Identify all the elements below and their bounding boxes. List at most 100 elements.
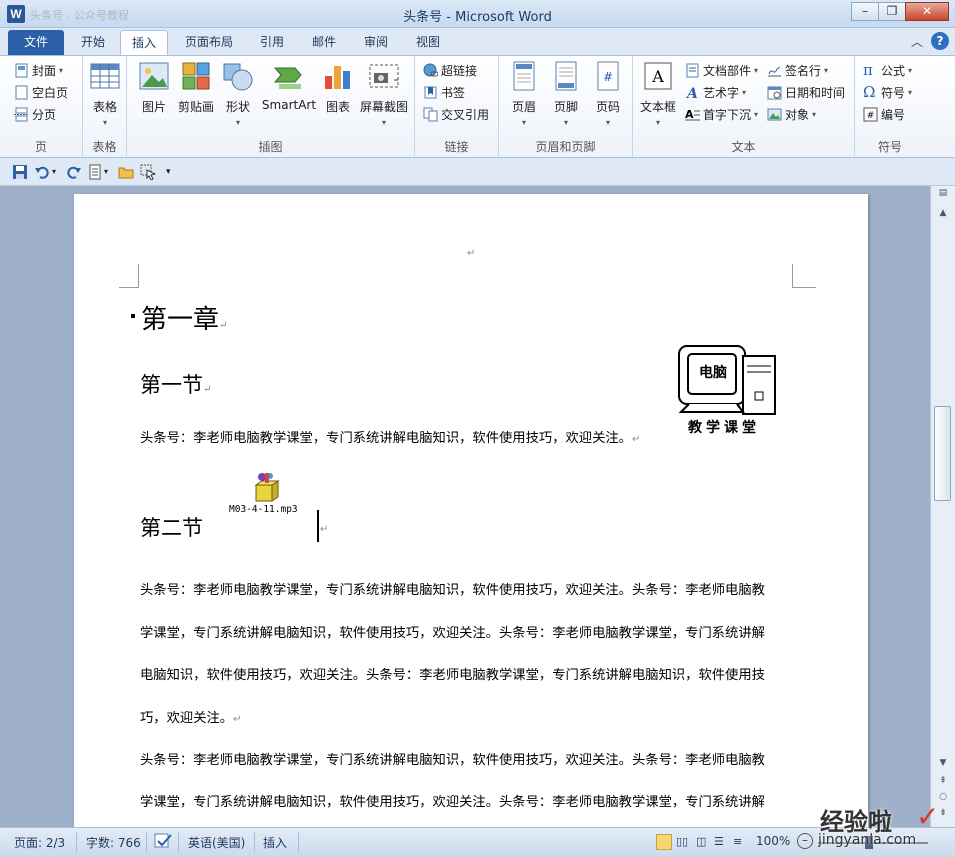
language-indicator[interactable]: 英语(美国) [188,834,245,851]
attachment-filename: M03-4-11.mp3 [229,504,298,515]
textbox-button[interactable]: A 文本框 ▾ [633,60,683,127]
quick-access-toolbar: ▾ ▾ ▾ [0,158,955,186]
section2-heading[interactable]: 第二节 [140,512,203,542]
group-label-illustrations: 插图 [258,140,283,154]
equation-button[interactable]: π 公式 ▾ [863,60,912,80]
svg-text:A: A [685,108,694,121]
undo-icon[interactable] [34,164,50,180]
document-area[interactable]: ↵ 第一章↵ 第一节↵ 头条号：李老师电脑教学课堂，专门系统讲解电脑知识，软件使… [0,186,930,827]
proofing-check-icon[interactable] [154,832,174,853]
object-icon [767,107,782,122]
svg-text:A: A [685,86,698,100]
open-folder-icon[interactable] [118,164,134,180]
customize-qat-icon[interactable]: ▾ [166,164,182,180]
outline-view-icon[interactable]: ☰ [714,835,724,848]
signature-icon [767,63,782,78]
section1-paragraph[interactable]: 头条号：李老师电脑教学课堂，专门系统讲解电脑知识，软件使用技巧，欢迎关注。↵ [140,427,640,446]
title-bar: W 头条号 - 公众号教程 头条号 - Microsoft Word – ❐ ✕ [0,0,955,28]
table-icon [89,60,121,92]
tab-review[interactable]: 审阅 [354,30,398,55]
wordart-button[interactable]: A 艺术字 ▾ [685,82,746,102]
tab-page-layout[interactable]: 页面布局 [176,30,242,55]
body-line[interactable]: 学课堂，专门系统讲解电脑知识，软件使用技巧，欢迎关注。头条号：李老师电脑教学课堂… [140,622,765,641]
crop-mark-right [792,264,816,288]
screenshot-button[interactable]: 屏幕截图 ▾ [355,60,413,127]
signature-line-button[interactable]: 签名行 ▾ [767,60,828,80]
select-icon[interactable] [140,164,157,181]
body-line[interactable]: 头条号：李老师电脑教学课堂，专门系统讲解电脑知识，软件使用技巧，欢迎关注。头条号… [140,579,765,598]
hyperlink-button[interactable]: 超链接 [423,60,477,80]
chapter-heading[interactable]: 第一章↵ [141,299,227,336]
web-layout-icon[interactable]: ◫ [696,835,706,848]
blank-page-button[interactable]: 空白页 [14,82,68,102]
paragraph-mark: ↵ [467,248,476,259]
body-line[interactable]: 头条号：李老师电脑教学课堂，专门系统讲解电脑知识，软件使用技巧，欢迎关注。头条号… [140,749,765,768]
page-count[interactable]: 页面: 2/3 [14,834,65,851]
pi-icon: π [863,60,873,79]
redo-icon[interactable] [66,164,82,180]
tab-home[interactable]: 开始 [70,30,116,55]
print-layout-icon[interactable] [88,164,104,180]
clipart-icon [180,60,212,92]
zoom-level[interactable]: 100% [756,834,790,848]
tab-file[interactable]: 文件 [8,30,64,55]
date-time-button[interactable]: 日期和时间 [767,82,845,102]
insert-mode[interactable]: 插入 [263,834,287,851]
body-line[interactable]: 学课堂，专门系统讲解电脑知识，软件使用技巧，欢迎关注。头条号：李老师电脑教学课堂… [140,791,765,810]
restore-button[interactable]: ❐ [878,2,906,21]
tab-insert[interactable]: 插入 [120,30,168,55]
shapes-button[interactable]: 形状 ▾ [213,60,263,127]
close-button[interactable]: ✕ [905,2,949,21]
table-button[interactable]: 表格 ▾ [80,60,130,127]
blank-page-icon [14,85,29,100]
shapes-icon [222,60,254,92]
group-label-header-footer: 页眉和页脚 [535,140,596,154]
print-layout-view-icon[interactable] [656,834,672,850]
drop-cap-button[interactable]: A 首字下沉 ▾ [685,104,758,124]
globe-link-icon [423,63,439,78]
tab-mailings[interactable]: 邮件 [302,30,346,55]
svg-text:#: # [867,111,875,121]
group-label-symbols: 符号 [877,140,902,154]
previous-page-icon[interactable]: ⇞ [935,776,951,790]
section1-heading[interactable]: 第一节↵ [140,369,211,399]
smartart-button[interactable]: SmartArt [259,60,319,112]
scroll-down-arrow[interactable]: ▼ [935,758,951,772]
object-button[interactable]: 对象 ▾ [767,104,816,124]
crop-mark-left [119,264,139,288]
full-screen-reading-icon[interactable]: ▯▯ [676,835,688,848]
cross-reference-button[interactable]: 交叉引用 [423,104,489,124]
body-line[interactable]: 电脑知识，软件使用技巧，欢迎关注。头条号：李老师电脑教学课堂，专门系统讲解电脑知… [140,664,765,683]
quick-parts-icon [685,63,700,78]
page-break-button[interactable]: 分页 [14,104,56,124]
svg-text:A: A [651,67,664,86]
scroll-up-arrow[interactable]: ▲ [935,208,951,222]
document-page[interactable]: ↵ 第一章↵ 第一节↵ 头条号：李老师电脑教学课堂，专门系统讲解电脑知识，软件使… [74,194,868,827]
symbol-button[interactable]: Ω 符号 ▾ [863,82,912,102]
bookmark-button[interactable]: 书签 [423,82,465,102]
page-number-button[interactable]: # 页码 ▾ [583,60,633,127]
help-icon[interactable]: ? [931,32,949,50]
tab-view[interactable]: 视图 [406,30,450,55]
body-line-end[interactable]: 巧，欢迎关注。↵ [140,707,241,726]
save-icon[interactable] [12,164,28,180]
group-header-footer: 页眉 ▾ 页脚 ▾ # 页码 ▾ 页眉和页脚 [499,56,633,158]
minimize-ribbon-icon[interactable]: ︿ [911,33,923,50]
group-label-text: 文本 [731,140,756,154]
group-text: A 文本框 ▾ 文档部件 ▾ A 艺术字 ▾ A 首字下沉 ▾ 签名行 ▾ 日期… [633,56,855,158]
vertical-scrollbar[interactable]: ▤ ▲ ▼ ⇞ ○ ⇟ [930,186,955,827]
group-label-pages: 页 [34,140,47,154]
tab-references[interactable]: 引用 [250,30,294,55]
package-object-icon[interactable] [250,471,282,503]
ruler-toggle-icon[interactable]: ▤ [935,188,951,202]
word-count[interactable]: 字数: 766 [86,834,141,851]
draft-view-icon[interactable]: ≡ [733,835,742,848]
minimize-button[interactable]: – [851,2,879,21]
group-label-table: 表格 [92,140,117,154]
quick-parts-button[interactable]: 文档部件 ▾ [685,60,758,80]
zoom-out-icon[interactable]: – [797,833,813,849]
page-break-icon [14,107,29,122]
numbering-button[interactable]: # 编号 [863,104,905,124]
cover-page-button[interactable]: 封面 ▾ [14,60,63,80]
scroll-thumb[interactable] [934,406,951,501]
